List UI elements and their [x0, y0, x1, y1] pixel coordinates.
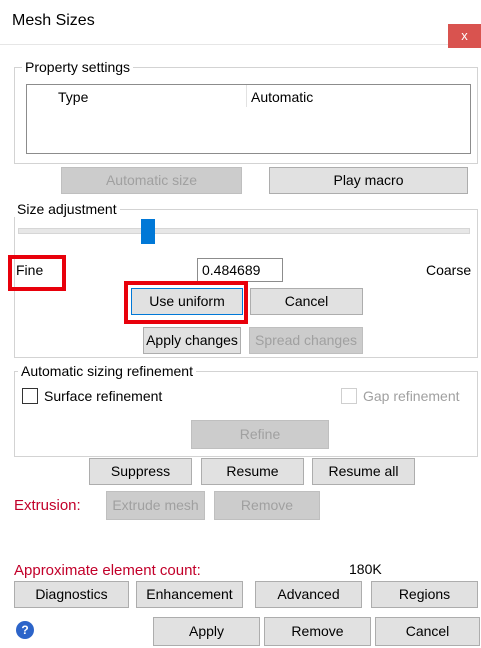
spread-changes-button[interactable]: Spread changes [249, 327, 363, 354]
column-divider [246, 85, 247, 107]
resume-all-button[interactable]: Resume all [312, 458, 415, 485]
element-count-value: 180K [349, 561, 382, 577]
size-value-field[interactable]: 0.484689 [197, 258, 283, 282]
window-title: Mesh Sizes [12, 12, 95, 29]
close-button[interactable]: x [448, 24, 481, 48]
regions-button[interactable]: Regions [371, 581, 478, 608]
property-list[interactable] [26, 84, 471, 154]
gap-refinement-label[interactable]: Gap refinement [363, 388, 460, 404]
cancel-bottom-button[interactable]: Cancel [375, 617, 480, 646]
coarse-label: Coarse [426, 262, 472, 278]
automatic-size-button[interactable]: Automatic size [61, 167, 242, 194]
extrusion-label: Extrusion: [14, 497, 81, 514]
size-value: 0.484689 [202, 262, 261, 278]
suppress-button[interactable]: Suppress [89, 458, 192, 485]
element-count-label: Approximate element count: [14, 562, 201, 579]
extrude-mesh-button[interactable]: Extrude mesh [106, 491, 205, 520]
diagnostics-button[interactable]: Diagnostics [14, 581, 129, 608]
column-header-type: Type [58, 89, 89, 105]
play-macro-button[interactable]: Play macro [269, 167, 468, 194]
refine-button[interactable]: Refine [191, 420, 329, 449]
refinement-legend: Automatic sizing refinement [18, 363, 196, 379]
size-slider-thumb[interactable] [141, 219, 155, 244]
advanced-button[interactable]: Advanced [255, 581, 362, 608]
enhancement-button[interactable]: Enhancement [136, 581, 243, 608]
surface-refinement-checkbox[interactable] [22, 388, 38, 404]
remove-extrusion-button[interactable]: Remove [214, 491, 320, 520]
cancel-button[interactable]: Cancel [250, 288, 363, 315]
surface-refinement-label[interactable]: Surface refinement [44, 388, 162, 404]
size-adjustment-legend: Size adjustment [14, 201, 120, 217]
size-slider-track[interactable] [18, 228, 470, 234]
gap-refinement-checkbox[interactable] [341, 388, 357, 404]
apply-button[interactable]: Apply [153, 617, 260, 646]
fine-highlight-box [8, 255, 66, 291]
resume-button[interactable]: Resume [201, 458, 304, 485]
property-settings-legend: Property settings [22, 59, 134, 75]
help-icon[interactable]: ? [16, 621, 34, 639]
column-header-automatic: Automatic [251, 89, 314, 105]
remove-button[interactable]: Remove [264, 617, 371, 646]
apply-changes-button[interactable]: Apply changes [143, 327, 241, 354]
use-uniform-highlight-box [124, 281, 248, 324]
